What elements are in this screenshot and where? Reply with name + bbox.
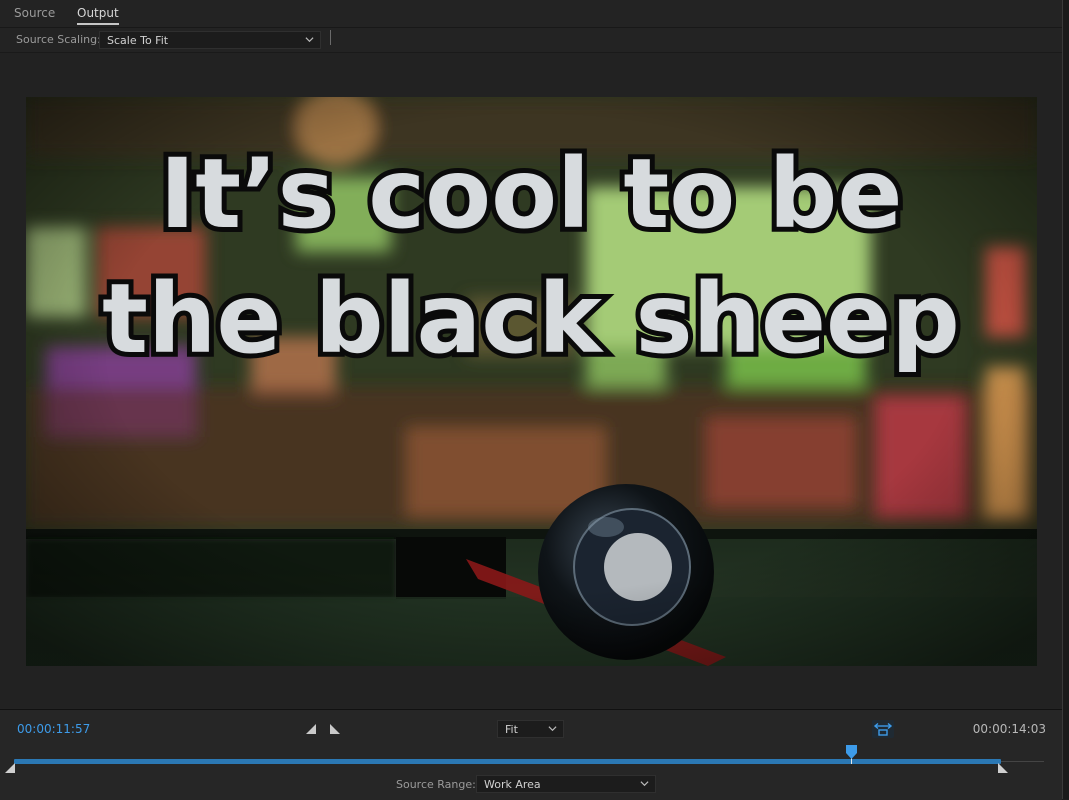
- caption-line-2: the black sheep: [102, 263, 960, 375]
- current-timecode[interactable]: 00:00:11:57: [17, 722, 90, 736]
- fit-range-icon[interactable]: [872, 720, 894, 738]
- caption-line-1: It’s cool to be: [160, 138, 903, 250]
- source-scaling-dropdown[interactable]: Scale To Fit: [99, 31, 321, 49]
- tab-source[interactable]: Source: [14, 6, 55, 20]
- track-background: [1001, 761, 1044, 762]
- chevron-down-icon: [548, 726, 557, 732]
- out-point-icon[interactable]: [998, 763, 1009, 774]
- tab-bar: Source Output: [0, 0, 1062, 28]
- source-range-value: Work Area: [484, 778, 541, 791]
- zoom-value: Fit: [505, 723, 518, 736]
- source-scaling-value: Scale To Fit: [107, 34, 169, 47]
- playback-controls: 00:00:11:57 Fit 00:00:14:03 Source Range…: [0, 709, 1062, 800]
- chevron-down-icon: [640, 781, 649, 787]
- video-frame: It’s cool to be It’s cool to be the blac…: [26, 97, 1037, 666]
- in-point-icon[interactable]: [5, 763, 16, 774]
- chevron-down-icon: [305, 37, 314, 43]
- video-frame-image: It’s cool to be It’s cool to be the blac…: [26, 97, 1037, 666]
- playhead-icon[interactable]: [845, 744, 858, 764]
- panel-divider[interactable]: [1062, 0, 1069, 799]
- source-range-label: Source Range:: [396, 778, 476, 791]
- toolbar-separator: [330, 30, 331, 45]
- source-scaling-row: Source Scaling: Scale To Fit: [0, 28, 1062, 53]
- mark-in-icon[interactable]: [305, 723, 317, 735]
- zoom-dropdown[interactable]: Fit: [497, 720, 564, 738]
- mark-out-icon[interactable]: [329, 723, 341, 735]
- source-scaling-label: Source Scaling:: [16, 33, 101, 46]
- source-range-dropdown[interactable]: Work Area: [476, 775, 656, 793]
- total-timecode: 00:00:14:03: [972, 722, 1046, 736]
- tab-output[interactable]: Output: [77, 6, 119, 25]
